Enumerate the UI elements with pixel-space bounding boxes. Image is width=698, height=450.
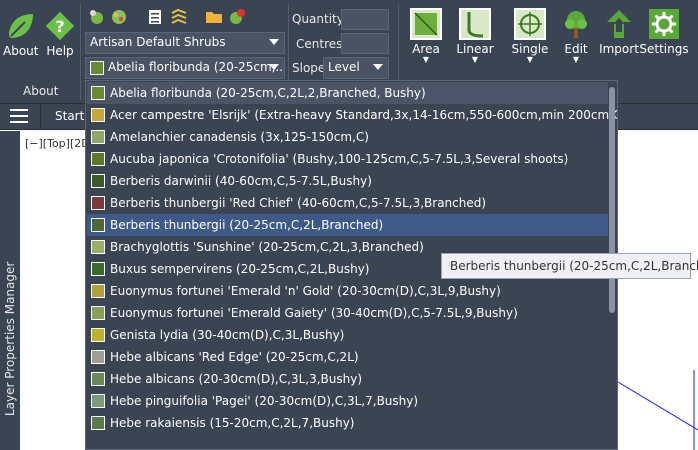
- edit-label: Edit: [564, 42, 588, 56]
- quantity-input[interactable]: [341, 9, 389, 30]
- list-item[interactable]: Hebe rakaiensis (15-20cm,C,2L,7,Bushy): [87, 412, 608, 434]
- settings-icon: [648, 8, 680, 40]
- plant-thumbnail-icon: [91, 328, 105, 342]
- tooltip-text: Berberis thunbergii (20-25cm,C,2L,Branch…: [450, 259, 698, 273]
- plant-palette-icon[interactable]: [110, 8, 128, 26]
- import-icon: [603, 8, 635, 40]
- plant-thumbnail-icon: [91, 174, 105, 188]
- settings-label: Settings: [639, 42, 689, 56]
- single-icon: [514, 8, 546, 40]
- chevron-down-icon: ▼: [526, 55, 534, 64]
- linear-button[interactable]: Linear ▼: [453, 8, 497, 64]
- list-item[interactable]: Genista lydia (30-40cm(D),C,3L,Bushy): [87, 324, 608, 346]
- svg-text:?: ?: [55, 17, 64, 36]
- single-label: Single: [511, 42, 549, 56]
- about-label: About: [3, 44, 39, 58]
- linear-icon: [459, 8, 491, 40]
- shrub-library-value: Artisan Default Shrubs: [90, 35, 226, 49]
- list-item[interactable]: Acer campestre 'Elsrijk' (Extra-heavy St…: [87, 104, 617, 126]
- schedule-icon[interactable]: [146, 8, 164, 26]
- shrub-library-select[interactable]: Artisan Default Shrubs: [85, 32, 285, 54]
- help-label: Help: [46, 44, 74, 58]
- plant-thumbnail-icon: [91, 394, 105, 408]
- add-plant-icon[interactable]: [88, 8, 106, 26]
- quantity-label: Quantity: [292, 12, 344, 26]
- chevron-down-icon: ▼: [422, 55, 430, 64]
- tab-start-label: Start: [55, 109, 85, 123]
- about-panel-label: About: [23, 84, 59, 98]
- hatch-icon[interactable]: [170, 8, 188, 26]
- import-label: Import: [599, 42, 639, 56]
- area-icon: [410, 8, 442, 40]
- list-item[interactable]: Hebe pinguifolia 'Pagei' (20-30cm(D),C,3…: [87, 390, 608, 412]
- leaf-icon: [5, 10, 37, 42]
- chevron-down-icon: [269, 64, 279, 70]
- folder-icon[interactable]: [205, 8, 223, 26]
- chevron-down-icon: ▼: [471, 55, 479, 64]
- slope-value: Level: [328, 60, 360, 74]
- area-button[interactable]: Area ▼: [405, 8, 447, 64]
- list-item[interactable]: Hebe albicans (20-30cm(D),C,3L,3,Bushy): [87, 368, 608, 390]
- plant-thumbnail-icon: [91, 416, 105, 430]
- tooltip: Berberis thunbergii (20-25cm,C,2L,Branch…: [441, 253, 698, 279]
- plant-thumbnail-icon: [91, 372, 105, 386]
- plant-thumbnail-icon: [91, 86, 105, 100]
- delete-plant-icon[interactable]: [228, 8, 246, 26]
- list-item[interactable]: Amelanchier canadensis (3x,125-150cm,C): [87, 126, 608, 148]
- edit-icon: [560, 8, 592, 40]
- menu-icon[interactable]: [10, 109, 28, 125]
- list-item[interactable]: Berberis thunbergii (20-25cm,C,2L,Branch…: [87, 214, 608, 236]
- single-button[interactable]: Single ▼: [508, 8, 552, 64]
- centres-input[interactable]: [341, 33, 389, 54]
- plant-thumbnail-icon: [91, 284, 105, 298]
- layer-properties-label: Layer Properties Manager: [3, 261, 17, 416]
- chevron-down-icon: ▼: [572, 55, 580, 64]
- edit-button[interactable]: Edit ▼: [557, 8, 595, 64]
- plant-thumbnail-icon: [91, 306, 105, 320]
- area-label: Area: [412, 42, 440, 56]
- plant-thumbnail-icon: [91, 108, 105, 122]
- plant-thumbnail-icon: [91, 218, 105, 232]
- import-button[interactable]: Import: [599, 8, 639, 56]
- list-item[interactable]: Berberis thunbergii 'Red Chief' (40-60cm…: [87, 192, 608, 214]
- plant-thumbnail-icon: [91, 196, 105, 210]
- plant-thumbnail-icon: [91, 350, 105, 364]
- scrollbar-thumb[interactable]: [609, 87, 615, 313]
- plant-thumbnail-icon: [90, 61, 104, 75]
- list-item[interactable]: Hebe albicans 'Red Edge' (20-25cm,C,2L): [87, 346, 608, 368]
- separator: [80, 4, 81, 100]
- list-item[interactable]: Euonymus fortunei 'Emerald 'n' Gold' (20…: [87, 280, 608, 302]
- centres-label: Centres: [296, 37, 343, 51]
- help-button[interactable]: ? Help: [44, 10, 76, 58]
- plant-select[interactable]: Abelia floribunda (20-25cm,...: [85, 57, 285, 79]
- list-item[interactable]: Berberis darwinii (40-60cm,C,5-7.5L,Bush…: [87, 170, 608, 192]
- list-item[interactable]: Euonymus fortunei 'Emerald Gaiety' (30-4…: [87, 302, 608, 324]
- about-button[interactable]: About: [3, 10, 38, 58]
- slope-select[interactable]: Level: [323, 57, 389, 79]
- plant-thumbnail-icon: [91, 240, 105, 254]
- plant-thumbnail-icon: [91, 130, 105, 144]
- plant-thumbnail-icon: [91, 262, 105, 276]
- linear-label: Linear: [456, 42, 494, 56]
- chevron-down-icon: [373, 64, 383, 70]
- list-item[interactable]: Abelia floribunda (20-25cm,C,2L,2,Branch…: [87, 82, 608, 104]
- viewport-label[interactable]: [−][Top][2D: [25, 137, 90, 150]
- settings-button[interactable]: Settings: [639, 8, 689, 56]
- plant-select-value: Abelia floribunda (20-25cm,...: [108, 60, 285, 74]
- slope-label: Slope: [292, 61, 326, 75]
- chevron-down-icon: [269, 39, 279, 45]
- help-icon: ?: [44, 10, 76, 42]
- list-item[interactable]: Aucuba japonica 'Crotonifolia' (Bushy,10…: [87, 148, 608, 170]
- plant-thumbnail-icon: [91, 152, 105, 166]
